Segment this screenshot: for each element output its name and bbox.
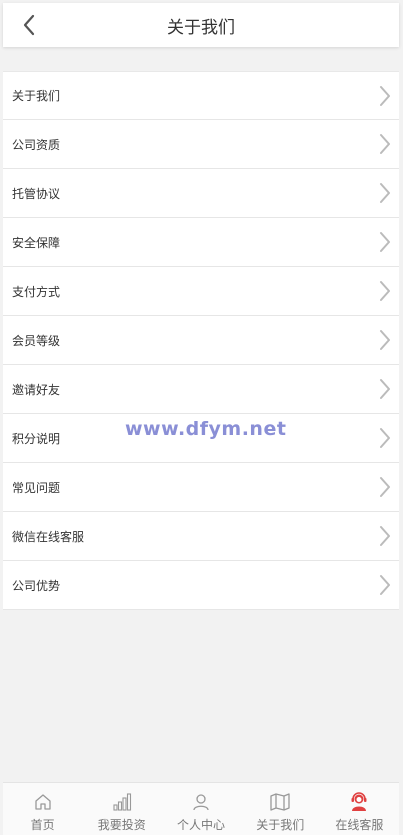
chevron-right-icon [379,182,395,204]
tab-label: 在线客服 [335,818,384,832]
tab-label: 个人中心 [177,818,226,832]
chevron-right-icon [379,525,395,547]
menu-item-advantage[interactable]: 公司优势 [3,561,399,610]
menu-item-invite[interactable]: 邀请好友 [3,365,399,414]
chevron-right-icon [379,574,395,596]
menu-item-faq[interactable]: 常见问题 [3,463,399,512]
menu-item-label: 积分说明 [12,431,61,446]
header-bar: 关于我们 [3,3,399,47]
menu-item-wechat-service[interactable]: 微信在线客服 [3,512,399,561]
chevron-right-icon [379,231,395,253]
chevron-right-icon [379,378,395,400]
menu-item-label: 托管协议 [12,186,61,201]
customer-service-icon [349,792,369,812]
back-button[interactable] [17,13,41,37]
map-icon [270,792,290,812]
menu-item-about[interactable]: 关于我们 [3,72,399,120]
page-title: 关于我们 [167,17,235,38]
chevron-right-icon [379,280,395,302]
menu-item-label: 关于我们 [12,89,61,103]
chevron-right-icon [379,85,395,107]
bottom-tab-bar: 首页 我要投资 个人中心 关于我们 在线客服 [3,782,399,835]
menu-item-label: 公司资质 [12,137,61,152]
menu-item-security[interactable]: 安全保障 [3,218,399,267]
chevron-left-icon [23,14,35,36]
tab-profile[interactable]: 个人中心 [161,783,240,835]
tab-label: 首页 [30,818,55,832]
bar-chart-icon [112,792,132,812]
home-icon [33,792,53,812]
menu-item-label: 会员等级 [12,333,61,348]
menu-item-payment[interactable]: 支付方式 [3,267,399,316]
menu-item-label: 支付方式 [12,284,61,299]
chevron-right-icon [379,133,395,155]
chevron-right-icon [379,476,395,498]
menu-item-label: 安全保障 [12,235,61,250]
tab-label: 关于我们 [256,818,305,832]
watermark: www.dfym.net [125,418,287,440]
tab-customer-service[interactable]: 在线客服 [320,783,399,835]
menu-list: 关于我们 公司资质 托管协议 安全保障 支付方式 会员等级 邀请好友 积分说明 … [3,71,399,610]
menu-item-label: 微信在线客服 [12,529,85,544]
menu-item-qualification[interactable]: 公司资质 [3,120,399,169]
menu-item-label: 公司优势 [12,578,61,593]
chevron-right-icon [379,329,395,351]
tab-home[interactable]: 首页 [3,783,82,835]
chevron-right-icon [379,427,395,449]
menu-item-label: 邀请好友 [12,382,61,397]
tab-about[interactable]: 关于我们 [241,783,320,835]
user-icon [191,792,211,812]
tab-label: 我要投资 [97,818,146,832]
menu-item-member-level[interactable]: 会员等级 [3,316,399,365]
menu-item-custody-agreement[interactable]: 托管协议 [3,169,399,218]
menu-item-label: 常见问题 [12,480,61,495]
tab-invest[interactable]: 我要投资 [82,783,161,835]
